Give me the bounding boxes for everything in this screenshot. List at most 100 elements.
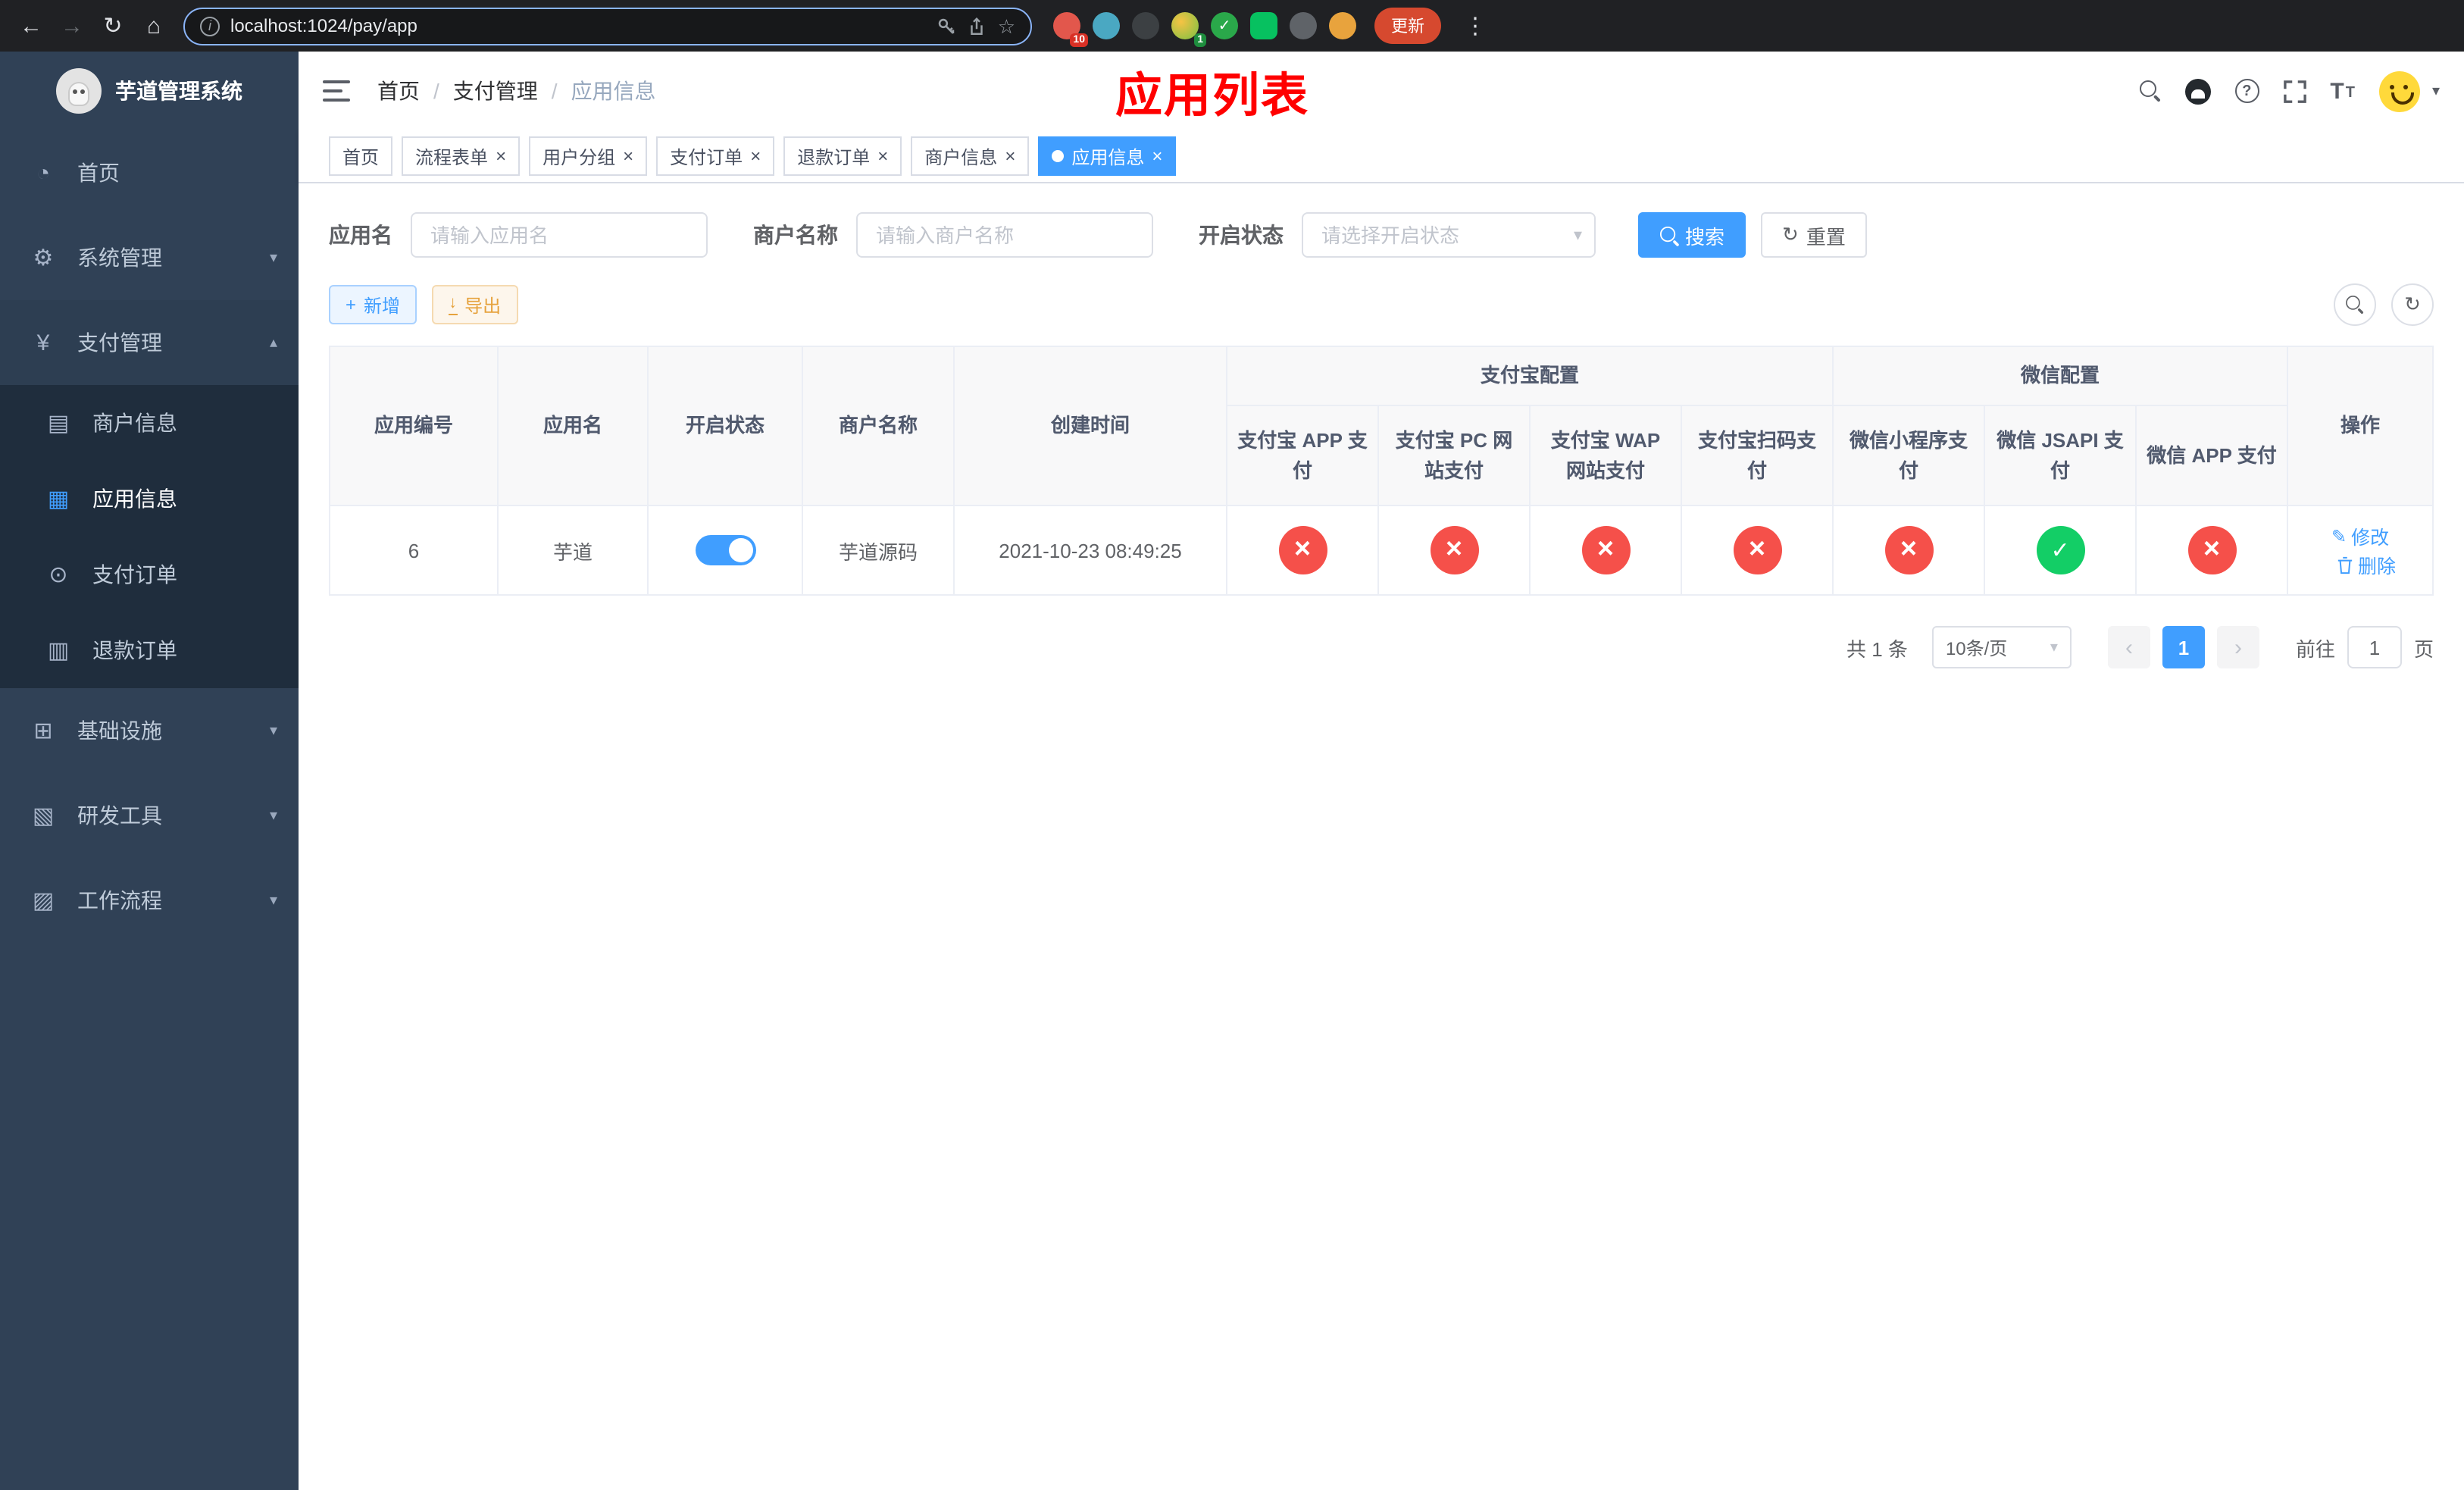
status-select-input[interactable] <box>1302 212 1596 258</box>
status-check-icon <box>2036 526 2085 575</box>
extension-icon[interactable] <box>1093 12 1120 39</box>
cell-enabled <box>647 505 803 596</box>
close-icon[interactable]: × <box>623 147 633 165</box>
sidebar-item-merchant-info[interactable]: ▤ 商户信息 <box>0 385 299 461</box>
close-icon[interactable]: × <box>496 147 506 165</box>
hamburger-icon[interactable] <box>323 80 350 102</box>
merchant-name-input[interactable] <box>856 212 1153 258</box>
sidebar-item-refund-order[interactable]: ▥ 退款订单 <box>0 612 299 688</box>
reload-icon[interactable]: ↻ <box>94 7 132 45</box>
tab-home[interactable]: 首页 <box>329 136 393 176</box>
status-cross-icon <box>2187 526 2237 575</box>
chevron-down-icon: ▾ <box>269 807 277 824</box>
url-text[interactable]: localhost:1024/pay/app <box>230 15 927 36</box>
cell-alipay-app <box>1226 505 1379 596</box>
col-group-alipay: 支付宝配置 <box>1225 345 1834 407</box>
sidebar-item-system-management[interactable]: ⚙ 系统管理 ▾ <box>0 215 299 300</box>
home-icon[interactable]: ⌂ <box>135 7 173 45</box>
chrome-menu-icon[interactable]: ⋮ <box>1456 7 1494 45</box>
chevron-down-icon[interactable]: ▾ <box>2432 83 2440 99</box>
pin-extension-icon[interactable] <box>1290 12 1317 39</box>
table-toolbar: + 新增 ↓ 导出 ↻ <box>329 283 2434 326</box>
app-logo[interactable]: 芋道管理系统 <box>0 52 299 130</box>
extension-icon[interactable] <box>1132 12 1159 39</box>
reset-button[interactable]: ↻ 重置 <box>1761 212 1867 258</box>
toggle-search-button[interactable] <box>2334 283 2376 326</box>
app-name-label: 应用名 <box>329 223 392 247</box>
avatar[interactable] <box>2378 70 2420 111</box>
page-info-icon[interactable]: i <box>200 16 220 36</box>
extension-icon[interactable]: ✓ <box>1211 12 1238 39</box>
page-1-button[interactable]: 1 <box>2162 626 2205 669</box>
back-icon[interactable]: ← <box>12 7 50 45</box>
tab-payment-order[interactable]: 支付订单 × <box>656 136 775 176</box>
page-size-select[interactable]: 10条/页 ▾ <box>1931 626 2072 669</box>
prev-page-button[interactable]: ‹ <box>2107 626 2150 669</box>
search-icon <box>1659 226 1677 243</box>
sidebar-item-infrastructure[interactable]: ⊞ 基础设施 ▾ <box>0 688 299 773</box>
cell-app-id: 6 <box>329 505 499 596</box>
breadcrumb-separator: / <box>433 79 439 103</box>
sidebar-item-payment-management[interactable]: ¥ 支付管理 ▴ <box>0 300 299 385</box>
fullscreen-icon[interactable] <box>2283 80 2306 102</box>
breadcrumb-home[interactable]: 首页 <box>377 76 420 106</box>
enabled-switch[interactable] <box>695 535 755 566</box>
github-icon[interactable] <box>2184 78 2211 104</box>
app-name-input[interactable] <box>411 212 708 258</box>
sidebar-item-app-info[interactable]: ▦ 应用信息 <box>0 461 299 537</box>
close-icon[interactable]: × <box>877 147 888 165</box>
chrome-update-button[interactable]: 更新 <box>1374 8 1441 44</box>
close-icon[interactable]: × <box>750 147 761 165</box>
main-area: 首页 / 支付管理 / 应用信息 应用列表 ? TT ▾ 首页 流程表单 × 用… <box>299 52 2464 1490</box>
status-select[interactable]: ▾ <box>1302 212 1596 258</box>
tab-app-info[interactable]: 应用信息 × <box>1038 136 1177 176</box>
address-bar[interactable]: i localhost:1024/pay/app ☆ <box>183 7 1032 45</box>
status-cross-icon <box>1278 526 1327 575</box>
delete-link[interactable]: 删除 <box>2337 550 2396 579</box>
refresh-table-button[interactable]: ↻ <box>2391 283 2434 326</box>
sidebar-item-dev-tools[interactable]: ▧ 研发工具 ▾ <box>0 773 299 858</box>
sidebar: 芋道管理系统 ◔ 首页 ⚙ 系统管理 ▾ ¥ 支付管理 ▴ ▤ 商户信息 ▦ 应… <box>0 52 299 1490</box>
cell-created: 2021-10-23 08:49:25 <box>953 505 1227 596</box>
bookmark-star-icon[interactable]: ☆ <box>998 16 1015 36</box>
tab-merchant-info[interactable]: 商户信息 × <box>911 136 1030 176</box>
sidebar-item-payment-order[interactable]: ⊙ 支付订单 <box>0 537 299 612</box>
close-icon[interactable]: × <box>1005 147 1015 165</box>
sidebar-item-label: 首页 <box>77 161 120 185</box>
search-icon[interactable] <box>2139 80 2160 102</box>
font-size-icon[interactable]: TT <box>2330 80 2355 102</box>
password-key-icon[interactable] <box>937 16 957 36</box>
close-icon[interactable]: × <box>1152 147 1162 165</box>
page-size-value: 10条/页 <box>1945 637 2008 659</box>
grid-icon: ▦ <box>47 487 70 512</box>
sidebar-item-workflow[interactable]: ▨ 工作流程 ▾ <box>0 858 299 943</box>
next-page-button[interactable]: › <box>2216 626 2259 669</box>
col-wechat-app: 微信 APP 支付 <box>2135 405 2289 507</box>
help-icon[interactable]: ? <box>2234 79 2259 103</box>
cell-alipay-pc <box>1377 505 1531 596</box>
sidebar-item-home[interactable]: ◔ 首页 <box>0 130 299 215</box>
profile-avatar-icon[interactable] <box>1329 12 1356 39</box>
extension-icon[interactable] <box>1250 12 1277 39</box>
tab-user-group[interactable]: 用户分组 × <box>529 136 648 176</box>
col-actions: 操作 <box>2287 345 2434 507</box>
tab-refund-order[interactable]: 退款订单 × <box>783 136 902 176</box>
tab-process-form[interactable]: 流程表单 × <box>402 136 521 176</box>
col-created: 创建时间 <box>953 345 1227 507</box>
tab-label: 应用信息 <box>1071 146 1145 167</box>
app-table: 应用编号 应用名 开启状态 商户名称 创建时间 支付宝配置 微信配置 操作 支付… <box>329 345 2434 596</box>
extension-icon[interactable]: 10 <box>1053 12 1088 47</box>
edit-link[interactable]: ✎ 修改 <box>2331 521 2389 550</box>
forward-icon[interactable]: → <box>53 7 91 45</box>
goto-page-input[interactable] <box>2347 626 2402 669</box>
chevron-down-icon: ▾ <box>2050 639 2058 656</box>
export-button[interactable]: ↓ 导出 <box>432 285 518 324</box>
breadcrumb-payment-management[interactable]: 支付管理 <box>453 76 538 106</box>
browser-toolbar: ← → ↻ ⌂ i localhost:1024/pay/app ☆ 10 1 … <box>0 0 2464 52</box>
extension-icon[interactable]: 1 <box>1171 12 1206 47</box>
dashboard-icon: ◔ <box>36 160 51 186</box>
tabs-bar: 首页 流程表单 × 用户分组 × 支付订单 × 退款订单 × 商户信息 × 应用… <box>299 130 2464 183</box>
share-icon[interactable] <box>968 16 987 36</box>
search-button[interactable]: 搜索 <box>1638 212 1746 258</box>
add-button[interactable]: + 新增 <box>329 285 417 324</box>
